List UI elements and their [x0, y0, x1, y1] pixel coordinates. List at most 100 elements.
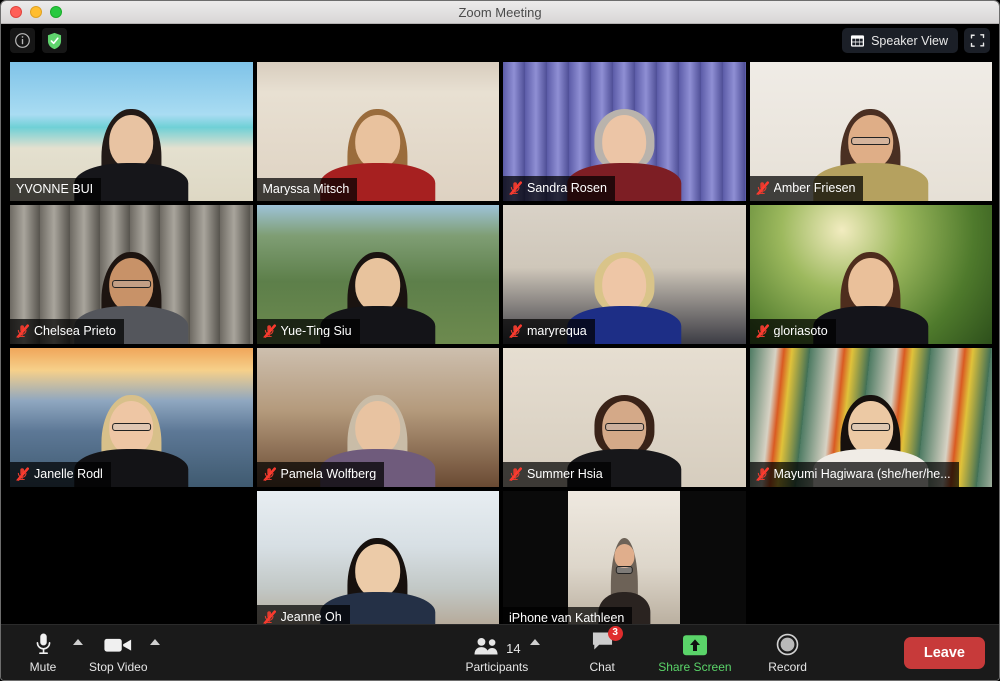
meeting-topbar: Speaker View: [1, 24, 999, 57]
participants-count: 14: [506, 640, 521, 656]
participant-name: Pamela Wolfberg: [280, 467, 377, 481]
shield-check-icon: [47, 32, 62, 49]
participant-name-tag: iPhone van Kathleen: [503, 606, 633, 624]
figure-glasses: [851, 422, 891, 432]
participant-tile[interactable]: Pamela Wolfberg: [256, 348, 499, 487]
participant-tile[interactable]: Jeanne Oh: [256, 491, 499, 624]
participant-tile[interactable]: Mayumi Hagiwara (she/her/he...: [749, 348, 992, 487]
participant-tile[interactable]: Sandra Rosen: [503, 62, 746, 201]
participant-name: YVONNE BUI: [16, 182, 94, 195]
figure-glasses: [111, 279, 151, 289]
figure-glasses: [615, 565, 634, 575]
participant-video: [568, 491, 681, 624]
participant-tile[interactable]: Maryssa Mitsch: [256, 62, 499, 201]
participant-name-tag: Chelsea Prieto: [10, 319, 124, 344]
participant-name-tag: maryrequa: [503, 319, 595, 344]
chat-button[interactable]: 3 Chat: [574, 625, 630, 678]
participants-icon: [474, 637, 498, 654]
figure-head: [108, 114, 154, 169]
participant-figure: [813, 252, 928, 344]
participant-tile[interactable]: gloriasoto: [749, 205, 992, 344]
record-button[interactable]: Record: [760, 628, 816, 678]
microphone-muted-icon: [509, 181, 522, 195]
record-icon: [776, 633, 799, 655]
mute-label: Mute: [29, 659, 57, 674]
microphone-muted-icon: [16, 467, 29, 481]
chevron-up-icon: [149, 638, 160, 645]
microphone-muted-icon: [755, 324, 769, 338]
participant-name: maryrequa: [527, 324, 587, 338]
share-screen-button[interactable]: Share Screen: [658, 628, 732, 678]
chevron-up-icon: [530, 638, 541, 645]
participant-name: iPhone van Kathleen: [509, 611, 625, 624]
participant-name-tag: Amber Friesen: [749, 176, 864, 201]
window-titlebar: Zoom Meeting: [1, 1, 999, 24]
participant-tile[interactable]: maryrequa: [503, 205, 746, 344]
info-icon: [15, 33, 30, 48]
chevron-up-icon: [73, 638, 83, 645]
record-label: Record: [768, 659, 807, 674]
microphone-muted-icon: [16, 324, 29, 338]
participant-name: Amber Friesen: [773, 181, 856, 195]
participant-tile[interactable]: iPhone van Kathleen: [503, 491, 746, 624]
participant-name-tag: gloriasoto: [749, 319, 836, 344]
microphone-muted-icon: [262, 324, 276, 338]
participant-name-tag: Janelle Rodl: [10, 462, 111, 487]
fullscreen-button[interactable]: [964, 28, 990, 53]
participant-name-tag: Pamela Wolfberg: [256, 462, 385, 487]
speaker-view-label: Speaker View: [871, 33, 948, 48]
microphone-muted-icon: [509, 324, 522, 338]
audio-options-button[interactable]: [71, 628, 89, 678]
participant-tile[interactable]: Yue-Ting Siu: [256, 205, 499, 344]
stop-video-button[interactable]: Stop Video: [89, 628, 148, 678]
participant-name-tag: Summer Hsia: [503, 462, 611, 487]
grid-view-icon: [851, 34, 865, 47]
chat-unread-badge: 3: [607, 625, 623, 641]
figure-head: [601, 257, 647, 312]
meeting-info-button[interactable]: [10, 28, 35, 53]
window-title: Zoom Meeting: [458, 4, 542, 20]
participants-label: Participants: [465, 659, 529, 674]
participant-name: Maryssa Mitsch: [262, 182, 350, 195]
speaker-view-button[interactable]: Speaker View: [842, 28, 958, 53]
meeting-toolbar: Mute Stop Video 14 Participants 3 Chat S…: [1, 624, 999, 680]
participant-tile[interactable]: Chelsea Prieto: [10, 205, 253, 344]
participant-name-tag: Jeanne Oh: [256, 605, 350, 624]
video-options-button[interactable]: [148, 628, 166, 678]
participant-name: Jeanne Oh: [280, 610, 342, 624]
participant-tile[interactable]: YVONNE BUI: [10, 62, 253, 201]
participant-name-tag: Maryssa Mitsch: [256, 177, 358, 201]
zoom-meeting-window: Zoom Meeting Speaker View YVONNE BUI Mar…: [0, 0, 1000, 681]
microphone-muted-icon: [755, 467, 769, 481]
figure-head: [355, 543, 401, 598]
participant-name-tag: Yue-Ting Siu: [256, 319, 360, 344]
microphone-muted-icon: [509, 467, 522, 481]
microphone-muted-icon: [262, 467, 276, 481]
participant-name: Chelsea Prieto: [34, 324, 116, 338]
participant-name-tag: Mayumi Hagiwara (she/her/he...: [749, 462, 959, 487]
share-screen-icon: [682, 634, 707, 655]
stop-video-label: Stop Video: [89, 659, 148, 674]
share-screen-label: Share Screen: [658, 659, 732, 674]
figure-head: [355, 257, 401, 312]
mute-button[interactable]: Mute: [15, 628, 71, 678]
participant-name: Janelle Rodl: [34, 467, 103, 481]
figure-head: [613, 543, 635, 569]
participants-group: 14 Participants: [466, 628, 547, 678]
video-gallery: YVONNE BUI Maryssa Mitsch Sandra Rosen Am…: [1, 57, 999, 624]
meeting-actions: 14 Participants 3 Chat Share Screen Reco…: [466, 625, 816, 678]
participant-name: Yue-Ting Siu: [280, 324, 352, 338]
microphone-muted-icon: [262, 610, 276, 624]
participant-name-tag: YVONNE BUI: [10, 177, 102, 201]
participants-button[interactable]: 14 Participants: [465, 628, 529, 678]
participants-options-button[interactable]: [528, 628, 546, 678]
participant-tile[interactable]: Amber Friesen: [749, 62, 992, 201]
microphone-icon: [36, 633, 50, 654]
leave-meeting-button[interactable]: Leave: [903, 636, 985, 669]
participant-tile[interactable]: Summer Hsia: [503, 348, 746, 487]
encryption-status-button[interactable]: [42, 28, 67, 53]
chat-label: Chat: [589, 659, 615, 674]
participant-tile[interactable]: Janelle Rodl: [10, 348, 253, 487]
figure-head: [601, 114, 647, 169]
figure-glasses: [604, 422, 644, 432]
